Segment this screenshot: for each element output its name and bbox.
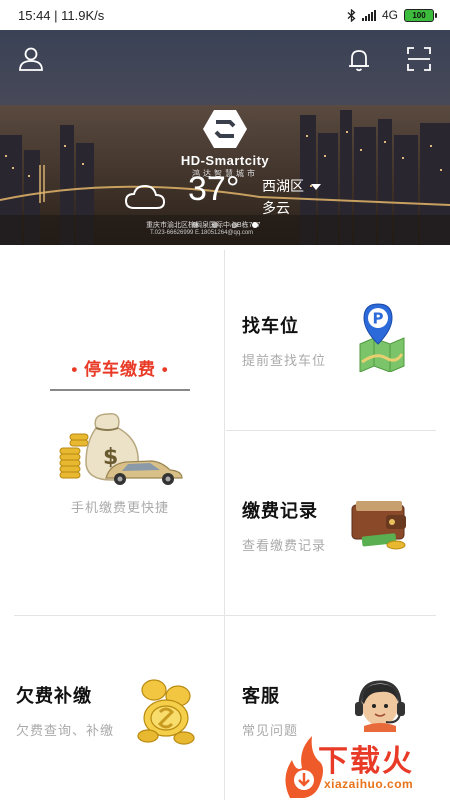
cloudy-icon: [124, 184, 166, 209]
arrears-card[interactable]: 欠费补缴 欠费查询、补缴: [0, 616, 224, 800]
status-right: 4G 100: [347, 8, 437, 22]
find-spot-subtitle: 提前查找车位: [242, 353, 327, 368]
bluetooth-icon: [347, 8, 356, 22]
weather-condition: 多云: [262, 200, 290, 216]
payment-records-subtitle: 查看缴费记录: [242, 538, 327, 553]
payment-records-title: 缴费记录: [242, 501, 318, 521]
arrears-title: 欠费补缴: [16, 686, 92, 706]
parking-payment-title: • 停车缴费 •: [71, 360, 169, 379]
status-time: 15:44: [18, 7, 51, 23]
status-speed: 11.9K/s: [61, 7, 105, 23]
carousel-dot-active[interactable]: [252, 222, 258, 228]
hex-logo-icon: [203, 110, 247, 148]
carousel-dot[interactable]: [212, 222, 218, 228]
network-type: 4G: [381, 8, 398, 22]
app-logo: HD-Smartcity 鸿达智慧城市: [0, 108, 450, 179]
bell-icon[interactable]: [344, 44, 374, 74]
battery-level: 100: [412, 10, 426, 20]
service-title: 客服: [242, 686, 280, 706]
arrears-subtitle: 欠费查询、补缴: [16, 723, 115, 738]
district-selector[interactable]: 西湖区: [262, 176, 321, 196]
watermark-url: xiazaihuo.com: [324, 777, 414, 791]
caret-down-icon: [310, 184, 321, 191]
find-spot-title: 找车位: [242, 316, 299, 336]
scan-icon[interactable]: [404, 44, 434, 74]
banner-carousel[interactable]: HD-Smartcity 鸿达智慧城市 37° 西湖区 多云 重庆市渝北区棕榈泉…: [0, 30, 450, 245]
wallet-icon: [351, 501, 406, 550]
grid-divider: [224, 250, 225, 800]
carousel-indicators: [0, 222, 450, 228]
battery-icon: 100: [404, 8, 437, 22]
district-label: 西湖区: [262, 178, 304, 194]
parking-map-icon: P: [359, 303, 405, 372]
weather-widget: 37° 西湖区 多云 重庆市渝北区棕榈泉国际中心B栋707 T.023-6662…: [124, 170, 364, 236]
parking-payment-subtitle: 手机缴费更快捷: [70, 500, 169, 515]
headset-agent-icon: [355, 680, 405, 732]
status-bar: 15:44 | 11.9K/s 4G 100: [0, 0, 450, 30]
banner-contact: T.023-66626999 E.18051264@qq.com: [150, 230, 254, 236]
svg-text:P: P: [373, 310, 384, 328]
logo-name: HD-Smartcity: [180, 153, 270, 168]
watermark-text: 下载火: [318, 745, 414, 778]
signal-icon: [361, 9, 376, 21]
money-bag-car-icon: $: [59, 413, 183, 485]
find-spot-card[interactable]: 找车位 提前查找车位 P: [226, 250, 436, 430]
user-icon[interactable]: [16, 44, 46, 74]
payment-records-card[interactable]: 缴费记录 查看缴费记录: [226, 431, 436, 615]
carousel-dot[interactable]: [232, 222, 238, 228]
temperature: 37°: [188, 170, 240, 208]
carousel-dot[interactable]: [192, 222, 198, 228]
title-underline: [50, 389, 190, 391]
status-left: 15:44 | 11.9K/s: [18, 7, 105, 23]
gold-coins-icon: [137, 679, 195, 745]
